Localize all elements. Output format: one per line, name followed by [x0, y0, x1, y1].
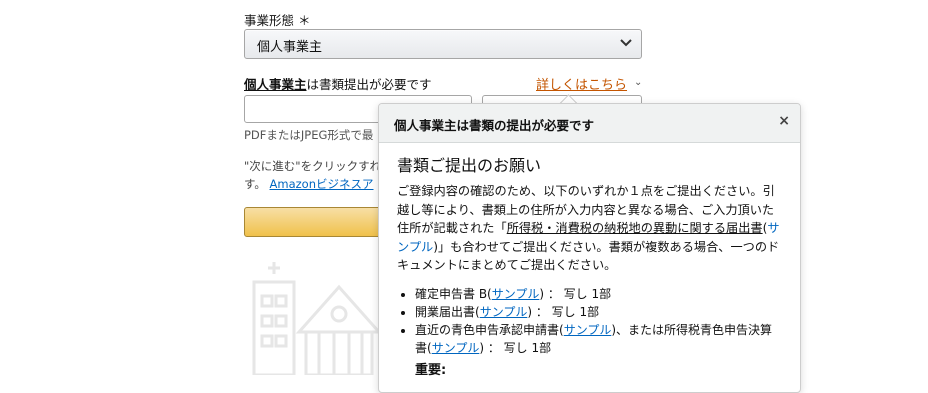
- popover-paragraph: ご登録内容の確認のため、以下のいずれか１点をご提出ください。引越し等により、書類…: [397, 184, 780, 273]
- business-type-label: 事業形態 ＊: [244, 13, 311, 28]
- next-line-2: す。 Amazonビジネスア: [244, 175, 381, 193]
- list-item: 開業届出書(サンプル) ： 写し 1部: [415, 303, 782, 321]
- next-line-2-prefix: す。: [244, 177, 266, 191]
- list-item: 確定申告書 B(サンプル) ： 写し 1部: [415, 285, 782, 303]
- file-format-hint: PDFまたはJPEG形式で最: [244, 128, 374, 142]
- item-prefix: 開業届出書(: [415, 304, 480, 319]
- popover-title: 個人事業主は書類の提出が必要です: [394, 118, 595, 133]
- item-suffix: ) ： 写し 1部: [539, 286, 612, 301]
- popover-heading: 書類ご提出のお願い: [397, 156, 542, 175]
- close-icon[interactable]: ×: [778, 113, 790, 129]
- next-button[interactable]: [244, 207, 394, 237]
- details-link[interactable]: 詳しくはこちら: [536, 74, 627, 93]
- list-item: 直近の青色申告承認申請書(サンプル)、または所得税青色申告決算書(サンプル) ：…: [415, 321, 782, 357]
- amazon-business-link[interactable]: Amazonビジネスア: [270, 177, 374, 191]
- chevron-down-icon[interactable]: ⌄: [634, 77, 642, 88]
- popover-header: 個人事業主は書類の提出が必要です ×: [379, 104, 800, 143]
- business-type-value: 個人事業主: [257, 40, 323, 55]
- chevron-down-icon: [620, 39, 632, 47]
- paragraph-part-2: 」も合わせてご提出ください。書類が複数ある場合、一つのドキュメントにまとめてご提…: [397, 239, 780, 273]
- sample-link[interactable]: サンプル: [480, 305, 528, 319]
- tax-address-change-link[interactable]: 所得税・消費税の納税地の異動に関する届出書: [507, 221, 763, 235]
- item-suffix: ) ： 写し 1部: [527, 304, 600, 319]
- item-prefix: 直近の青色申告承認申請書(: [415, 322, 564, 337]
- popover-body: 書類ご提出のお願い ご登録内容の確認のため、以下のいずれか１点をご提出ください。…: [397, 152, 782, 378]
- item-suffix: ) ： 写し 1部: [479, 340, 552, 355]
- sample-link[interactable]: サンプル: [492, 287, 540, 301]
- requirement-rest: は書類提出が必要です: [306, 77, 432, 92]
- business-type-select[interactable]: 個人事業主: [244, 29, 642, 59]
- sample-link[interactable]: サンプル: [432, 341, 480, 355]
- requirement-bold: 個人事業主: [244, 77, 307, 92]
- item-prefix: 確定申告書 B(: [415, 286, 492, 301]
- next-line-1: "次に進む"をクリックすれ: [244, 159, 382, 173]
- requirement-text: 個人事業主は書類提出が必要です: [244, 74, 432, 93]
- document-requirement-popover: 個人事業主は書類の提出が必要です × 書類ご提出のお願い ご登録内容の確認のため…: [378, 103, 801, 393]
- sample-link[interactable]: サンプル: [564, 323, 612, 337]
- document-list: 確定申告書 B(サンプル) ： 写し 1部 開業届出書(サンプル) ： 写し 1…: [397, 285, 782, 357]
- next-instructions: "次に進む"をクリックすれ す。 Amazonビジネスア: [244, 157, 381, 193]
